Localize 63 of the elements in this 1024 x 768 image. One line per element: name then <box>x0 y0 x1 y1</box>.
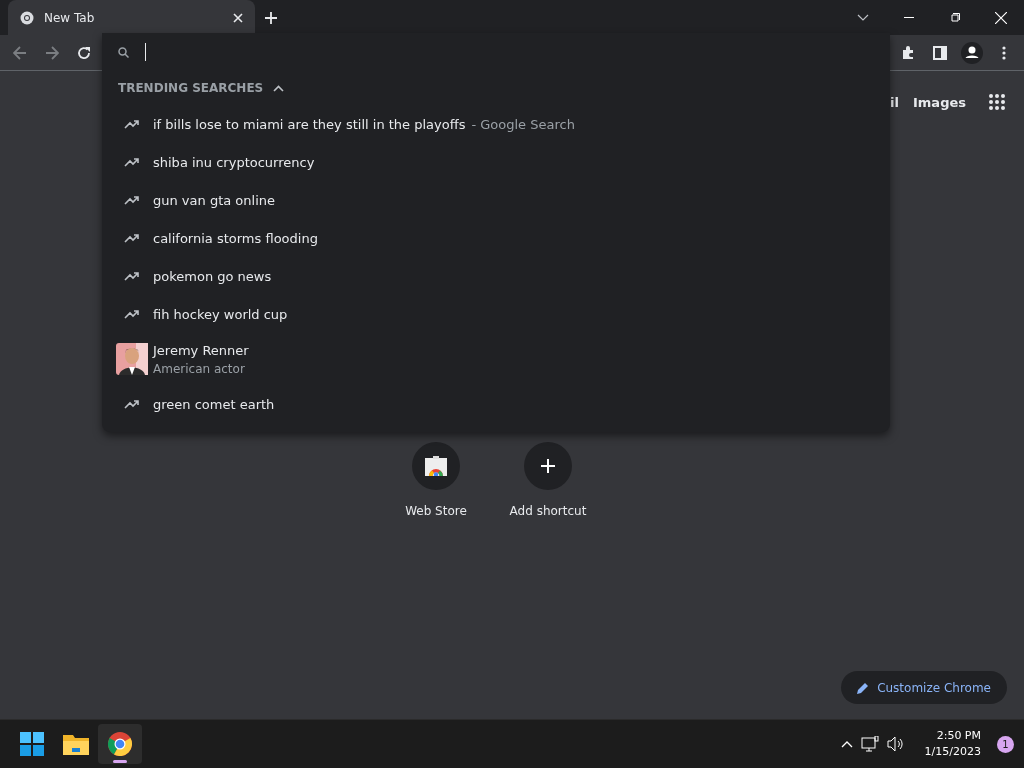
restore-icon[interactable] <box>950 12 960 23</box>
puzzle-icon[interactable] <box>900 45 916 60</box>
suggestion-text: shiba inu cryptocurrency <box>153 154 315 170</box>
suggestion-text: green comet earth <box>153 396 275 412</box>
folder-icon <box>63 733 89 755</box>
volume-icon[interactable] <box>886 736 905 752</box>
trending-icon <box>123 233 140 243</box>
web-store-icon <box>425 456 447 476</box>
customize-chrome-button[interactable]: Customize Chrome <box>841 671 1007 704</box>
back-icon[interactable] <box>13 45 27 60</box>
chrome-icon <box>20 10 34 25</box>
forward-icon[interactable] <box>45 45 59 60</box>
shortcut-label: Web Store <box>405 504 467 518</box>
active-indicator <box>113 760 127 763</box>
suggestion-text: pokemon go news <box>153 268 272 284</box>
search-icon <box>118 46 129 58</box>
suggestion-item[interactable]: fih hockey world cup <box>102 295 890 333</box>
suggestion-item[interactable]: shiba inu cryptocurrency <box>102 143 890 181</box>
suggestion-suffix: - Google Search <box>471 116 575 132</box>
trending-icon <box>123 309 140 319</box>
menu-icon[interactable] <box>1002 45 1006 60</box>
taskbar-app[interactable] <box>98 724 142 764</box>
shortcut-tile[interactable] <box>524 442 572 490</box>
windows-logo-icon <box>20 732 44 756</box>
pencil-icon <box>857 681 870 694</box>
chrome-icon <box>108 732 132 756</box>
close-icon[interactable] <box>233 12 243 23</box>
trending-icon <box>123 157 140 167</box>
suggestion-item[interactable]: green comet earth <box>102 385 890 423</box>
header-link[interactable]: il <box>890 94 899 110</box>
suggestion-item[interactable]: gun van gta online <box>102 181 890 219</box>
chevron-down-icon[interactable] <box>857 14 869 21</box>
chevron-up-icon[interactable] <box>273 84 285 92</box>
browser-tab[interactable]: New Tab <box>8 0 255 35</box>
suggestion-text: if bills lose to miami are they still in the playoffs <box>153 116 466 132</box>
header-link[interactable]: Images <box>913 94 966 110</box>
suggestion-text: california storms flooding <box>153 230 318 246</box>
tab-title: New Tab <box>44 10 96 25</box>
network-icon[interactable] <box>860 736 879 752</box>
apps-grid-icon[interactable] <box>988 93 1006 111</box>
text-cursor <box>145 43 146 61</box>
trending-icon <box>123 119 140 129</box>
suggestion-text: Jeremy Renner <box>153 342 249 358</box>
trending-icon <box>123 399 140 409</box>
suggestion-item[interactable]: if bills lose to miami are they still in the playoffs - Google Search <box>102 105 890 143</box>
suggestion-item[interactable]: pokemon go news <box>102 257 890 295</box>
suggestion-text: gun van gta online <box>153 192 275 208</box>
trending-icon <box>123 271 140 281</box>
new-tab-icon[interactable] <box>265 12 277 24</box>
trending-icon <box>123 195 140 205</box>
suggestion-item[interactable]: Jeremy Renner American actor <box>102 333 890 385</box>
reload-icon[interactable] <box>77 45 91 60</box>
suggestion-text: fih hockey world cup <box>153 306 288 322</box>
notification-badge[interactable]: 1 <box>997 735 1014 753</box>
section-header: TRENDING SEARCHES <box>118 81 264 95</box>
shortcut-label: Add shortcut <box>509 504 587 518</box>
suggestion-subtitle: American actor <box>153 361 246 376</box>
side-panel-icon[interactable] <box>933 45 947 60</box>
clock[interactable]: 2:50 PM 1/15/2023 <box>924 728 981 760</box>
profile-icon[interactable] <box>961 41 983 64</box>
suggestion-item[interactable]: california storms flooding <box>102 219 890 257</box>
shortcut-tile[interactable] <box>412 442 460 490</box>
plus-icon <box>541 459 555 473</box>
